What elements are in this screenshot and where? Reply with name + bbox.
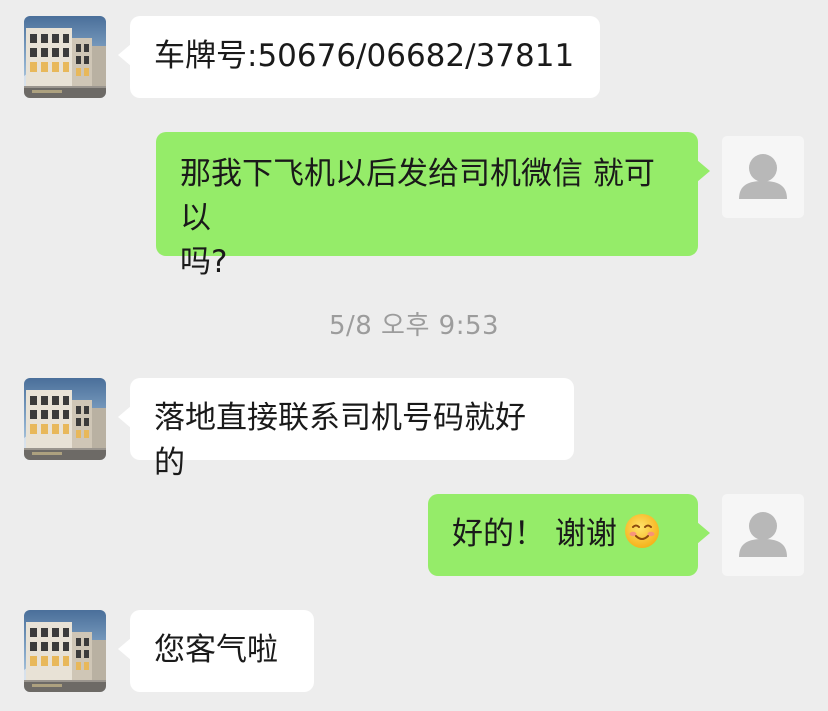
building-photo-avatar-icon	[24, 16, 106, 98]
avatar-other[interactable]	[24, 610, 106, 692]
message-bubble-incoming[interactable]: 落地直接联系司机号码就好的	[118, 378, 574, 481]
message-bubble-incoming[interactable]: 您客气啦	[118, 610, 314, 692]
message-text: 落地直接联系司机号码就好的	[154, 400, 526, 481]
message-bubble-incoming[interactable]: 车牌号:50676/06682/37811	[118, 16, 600, 98]
building-photo-avatar-icon	[24, 378, 106, 460]
avatar-other[interactable]	[24, 378, 106, 460]
message-text: 那我下飞机以后发给司机微信 就可以 吗?	[180, 156, 655, 280]
message-text: 您客气啦	[154, 632, 278, 668]
message-text: 好的！ 谢谢	[452, 516, 617, 552]
chat-timestamp: 5/8 오후 9:53	[328, 311, 500, 341]
smiling-face-emoji-icon	[623, 512, 661, 563]
default-person-avatar-icon	[722, 494, 804, 576]
message-text: 车牌号:50676/06682/37811	[154, 38, 575, 74]
building-photo-avatar-icon	[24, 610, 106, 692]
default-person-avatar-icon	[722, 136, 804, 218]
avatar-other[interactable]	[24, 16, 106, 98]
message-bubble-outgoing[interactable]: 好的！ 谢谢	[428, 494, 710, 576]
avatar-me[interactable]	[722, 136, 804, 218]
message-bubble-outgoing[interactable]: 那我下飞机以后发给司机微信 就可以 吗?	[156, 132, 710, 280]
avatar-me[interactable]	[722, 494, 804, 576]
